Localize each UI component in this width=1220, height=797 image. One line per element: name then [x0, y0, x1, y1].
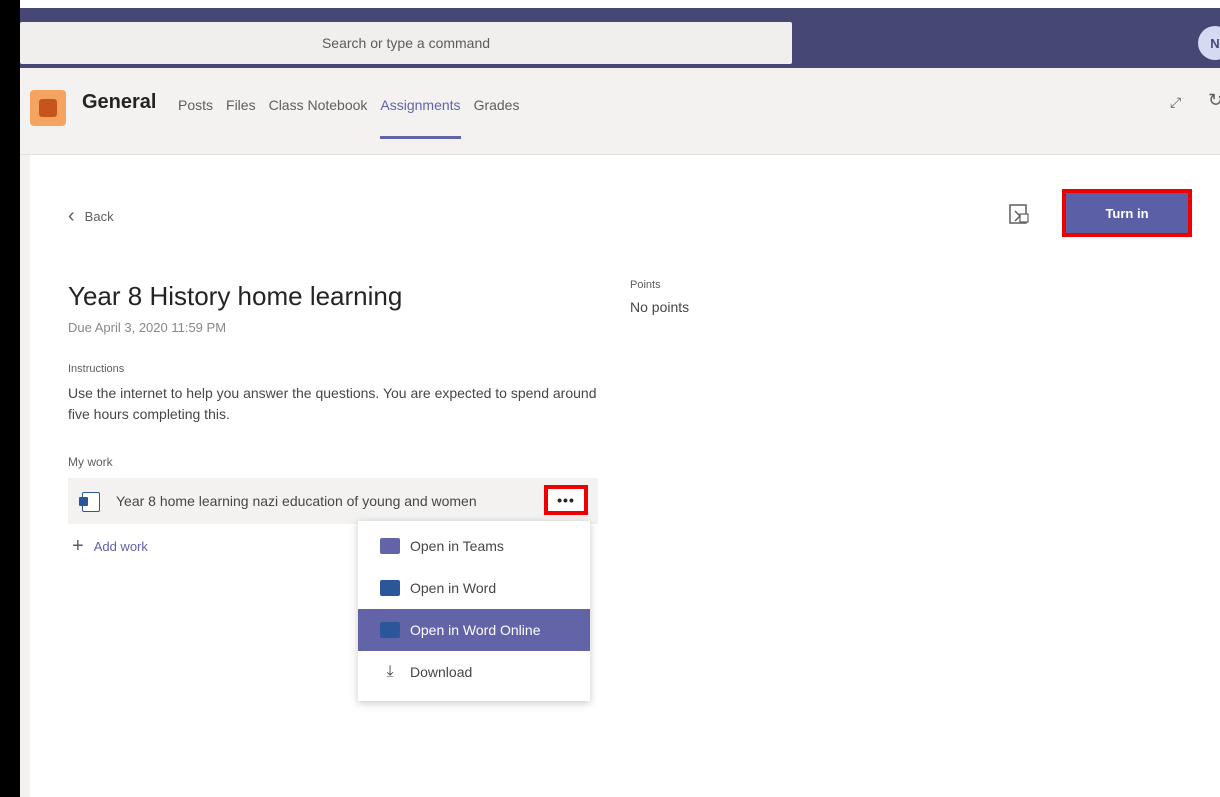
back-button[interactable]: ‹ Back: [68, 205, 114, 228]
menu-item-open-in-word-online[interactable]: Open in Word Online: [358, 609, 590, 651]
teams-window: Search or type a command N General Posts…: [20, 0, 1220, 797]
chevron-left-icon: ‹: [68, 205, 75, 227]
assignment-title: Year 8 History home learning: [68, 281, 403, 311]
download-icon: ⤓: [386, 663, 394, 680]
points-value: No points: [630, 299, 690, 315]
menu-item-label: Open in Word: [410, 580, 497, 596]
menu-item-label: Open in Word Online: [410, 622, 541, 638]
channel-tabs: Posts Files Class Notebook Assignments G…: [178, 97, 532, 139]
channel-header: General Posts Files Class Notebook Assig…: [20, 68, 1220, 155]
menu-item-open-in-teams[interactable]: Open in Teams: [358, 525, 590, 567]
due-date: Due April 3, 2020 11:59 PM: [68, 320, 227, 335]
back-label: Back: [84, 209, 114, 224]
more-options-button[interactable]: •••: [544, 485, 588, 515]
add-work-label: Add work: [93, 539, 148, 554]
tab-grades[interactable]: Grades: [474, 97, 520, 113]
my-work-label: My work: [68, 455, 113, 469]
plus-icon: +: [72, 535, 84, 557]
menu-item-open-in-word[interactable]: Open in Word: [358, 567, 590, 609]
instructions-label: Instructions: [68, 363, 125, 375]
tab-files[interactable]: Files: [226, 97, 256, 113]
instructions-text: Use the internet to help you answer the …: [68, 385, 597, 422]
assignment-panel: ‹ Back Turn in Year 8 History home learn…: [30, 155, 1220, 797]
word-icon: [380, 622, 400, 638]
top-border: [20, 0, 1220, 8]
menu-item-label: Open in Teams: [410, 538, 504, 554]
teams-icon: [380, 538, 400, 554]
team-icon: [30, 90, 66, 126]
work-file-item[interactable]: Year 8 home learning nazi education of y…: [68, 478, 598, 524]
file-options-menu: Open in Teams Open in Word Open in Word …: [358, 521, 590, 701]
tab-assignments[interactable]: Assignments: [380, 97, 461, 139]
refresh-icon[interactable]: ↻: [1208, 90, 1220, 111]
search-input[interactable]: Search or type a command: [20, 22, 792, 64]
channel-name: General: [82, 91, 157, 113]
title-bar: Search or type a command N: [20, 8, 1220, 68]
file-name[interactable]: Year 8 home learning nazi education of y…: [116, 493, 540, 509]
immersive-reader-icon[interactable]: [1008, 203, 1030, 225]
word-icon: [380, 580, 400, 596]
points-label: Points: [630, 279, 661, 291]
turn-in-button[interactable]: Turn in: [1062, 189, 1192, 237]
expand-icon[interactable]: ⤢: [1170, 94, 1181, 111]
tab-posts[interactable]: Posts: [178, 97, 213, 113]
tab-class-notebook[interactable]: Class Notebook: [269, 97, 368, 113]
menu-item-download[interactable]: ⤓ Download: [358, 651, 590, 693]
add-work-button[interactable]: + Add work: [72, 535, 148, 558]
avatar[interactable]: N: [1198, 26, 1220, 60]
word-file-icon: [79, 492, 100, 512]
menu-item-label: Download: [410, 664, 473, 680]
